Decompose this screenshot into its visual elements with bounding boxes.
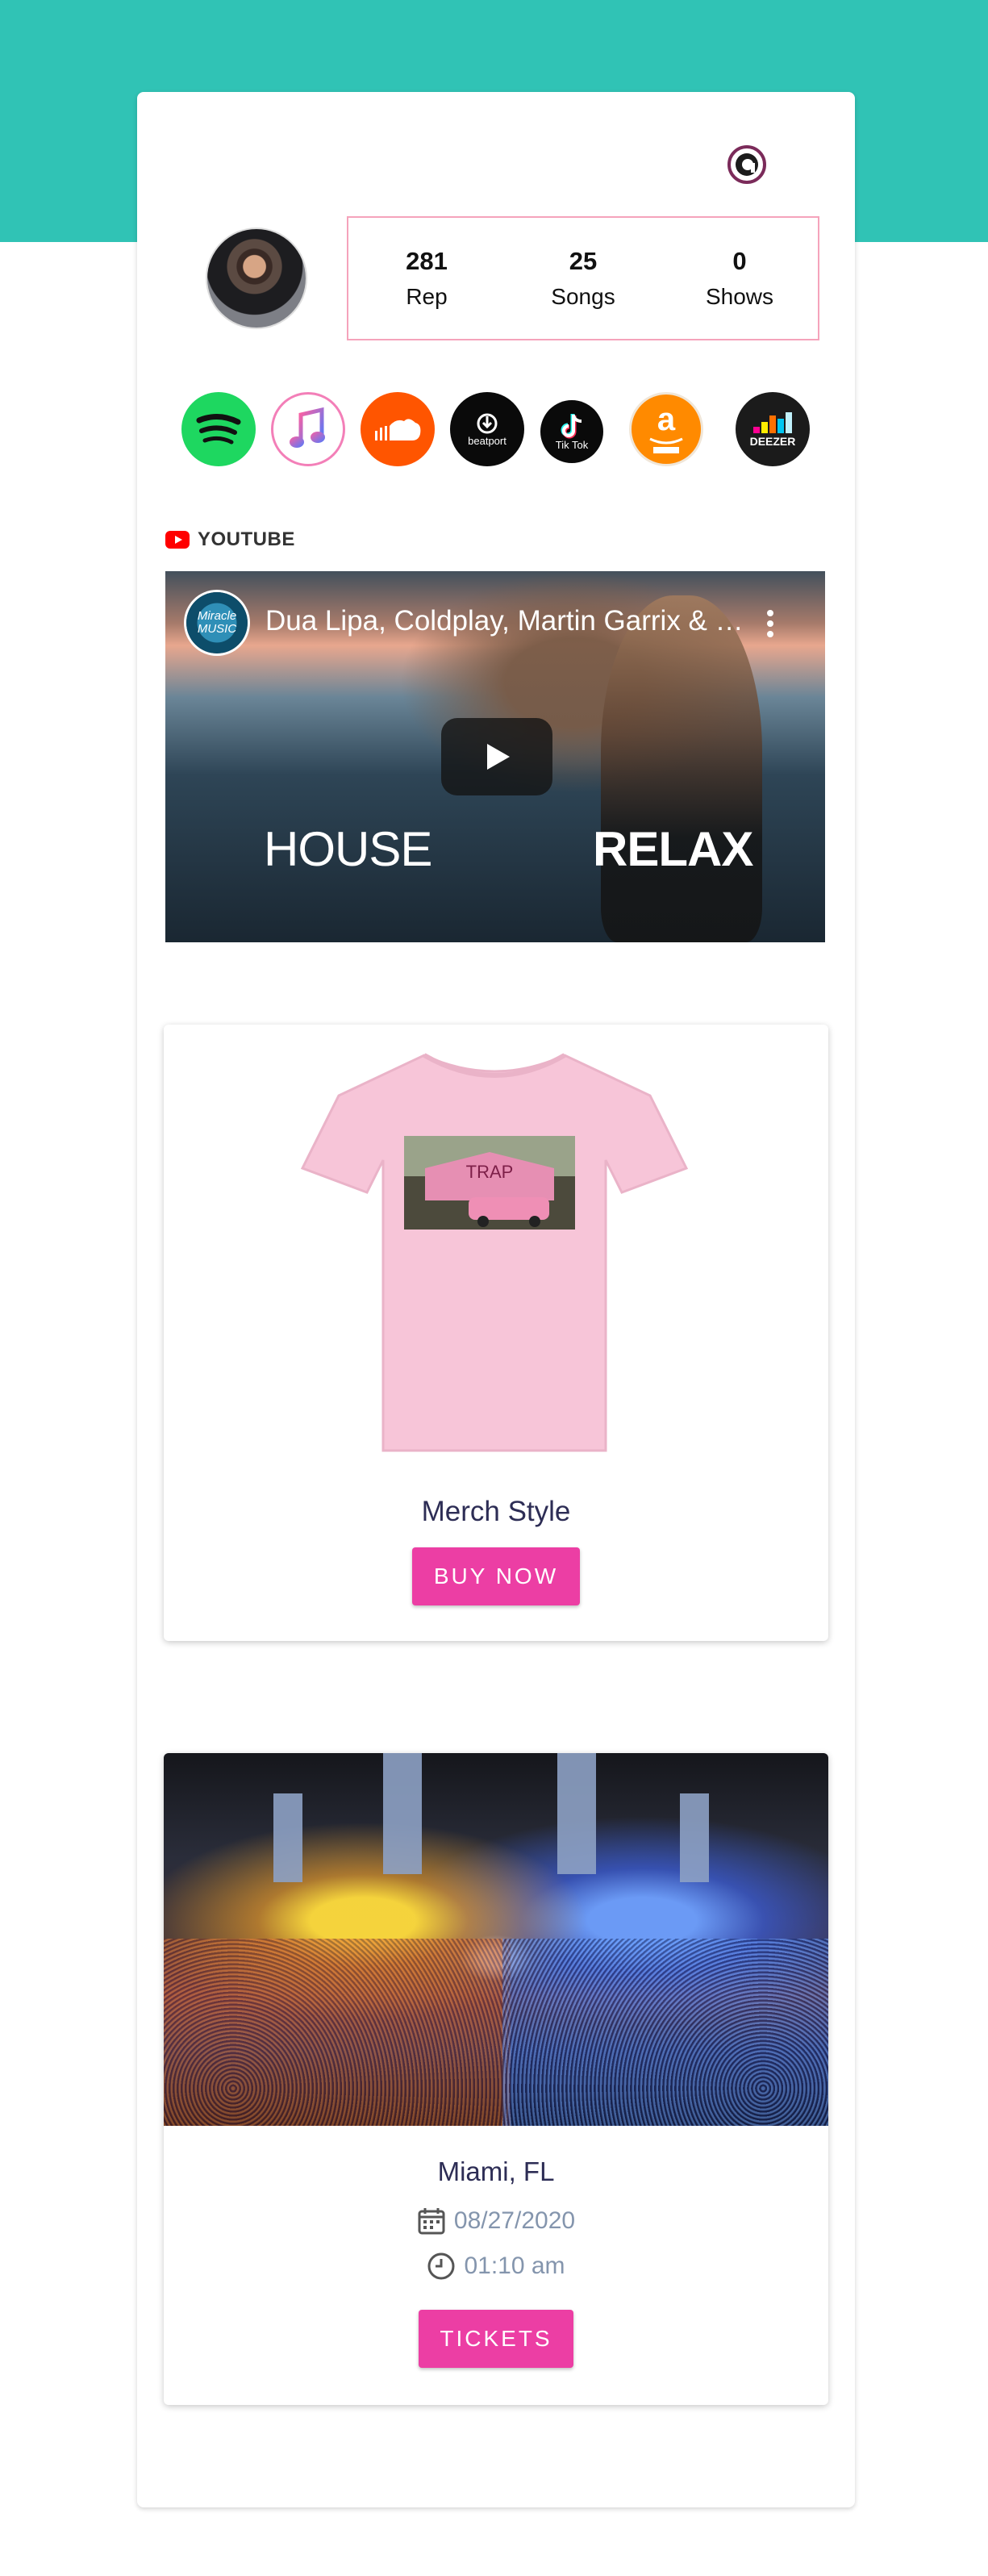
venue-banner [680,1793,709,1882]
amazon-label: a [657,402,676,437]
stats-box: 281 Rep 25 Songs 0 Shows [347,216,819,340]
show-city: Miami, FL [437,2156,555,2186]
stat-rep: 281 Rep [348,218,505,339]
stat-value: 281 [406,247,448,275]
merch-print-text: TRAP [466,1162,514,1182]
youtube-section-label: YOUTUBE [198,528,295,550]
merch-title: Merch Style [421,1496,571,1527]
apple-music-icon[interactable] [271,392,345,466]
youtube-video-player[interactable]: Miracle MUSIC Dua Lipa, Coldplay, Martin… [165,571,825,942]
channel-avatar[interactable]: Miracle MUSIC [186,592,248,653]
video-title[interactable]: Dua Lipa, Coldplay, Martin Garrix & Kygo… [265,605,749,637]
soundcloud-icon[interactable] [361,392,435,466]
avatar[interactable] [207,229,306,328]
merch-image[interactable]: TRAP [283,1039,706,1459]
social-links: beatport Tik Tok a DEEZER [177,392,815,473]
venue-banner [273,1793,302,1882]
deezer-label: DEEZER [749,435,796,448]
deezer-icon[interactable]: DEEZER [736,392,810,466]
youtube-section-header: YOUTUBE [165,528,295,551]
show-card: Miami, FL 08/27/2020 01:10 am TICKETS [164,1753,828,2405]
tiktok-label: Tik Tok [555,438,589,451]
beatport-icon[interactable]: beatport [450,392,524,466]
stat-label: Rep [406,284,448,309]
clock-icon [427,2252,455,2280]
venue-banner [557,1753,596,1874]
show-time: 01:10 am [464,2252,565,2279]
stat-label: Songs [551,284,615,309]
buy-now-button[interactable]: BUY NOW [412,1547,580,1605]
beatport-label: beatport [468,434,507,447]
thumbnail-text-right: RELAX [593,822,753,876]
more-options-icon[interactable] [767,610,775,637]
youtube-icon [165,531,190,549]
play-icon [487,744,510,770]
calendar-icon [418,2208,445,2235]
thumbnail-text-left: HOUSE [264,822,432,876]
merch-card: TRAP Merch Style BUY NOW [164,1025,828,1641]
show-date: 08/27/2020 [453,2207,576,2234]
brand-logo-icon[interactable] [726,144,768,186]
stat-label: Shows [705,284,774,309]
stat-shows: 0 Shows [661,218,818,339]
show-venue-image[interactable] [164,1753,828,2126]
show-time-row: 01:10 am [164,2252,828,2281]
tiktok-icon[interactable]: Tik Tok [540,400,603,463]
stat-value: 25 [569,247,598,275]
crowd-right [502,1939,828,2126]
stat-value: 0 [732,247,747,275]
tickets-button[interactable]: TICKETS [419,2310,573,2368]
stat-songs: 25 Songs [505,218,661,339]
video-thumbnail-figure [601,595,762,942]
venue-banner [383,1753,422,1874]
play-button[interactable] [441,718,552,795]
amazon-music-icon[interactable]: a [629,392,703,466]
crowd-left [164,1939,511,2126]
show-date-row: 08/27/2020 [164,2207,828,2236]
spotify-icon[interactable] [181,392,256,466]
